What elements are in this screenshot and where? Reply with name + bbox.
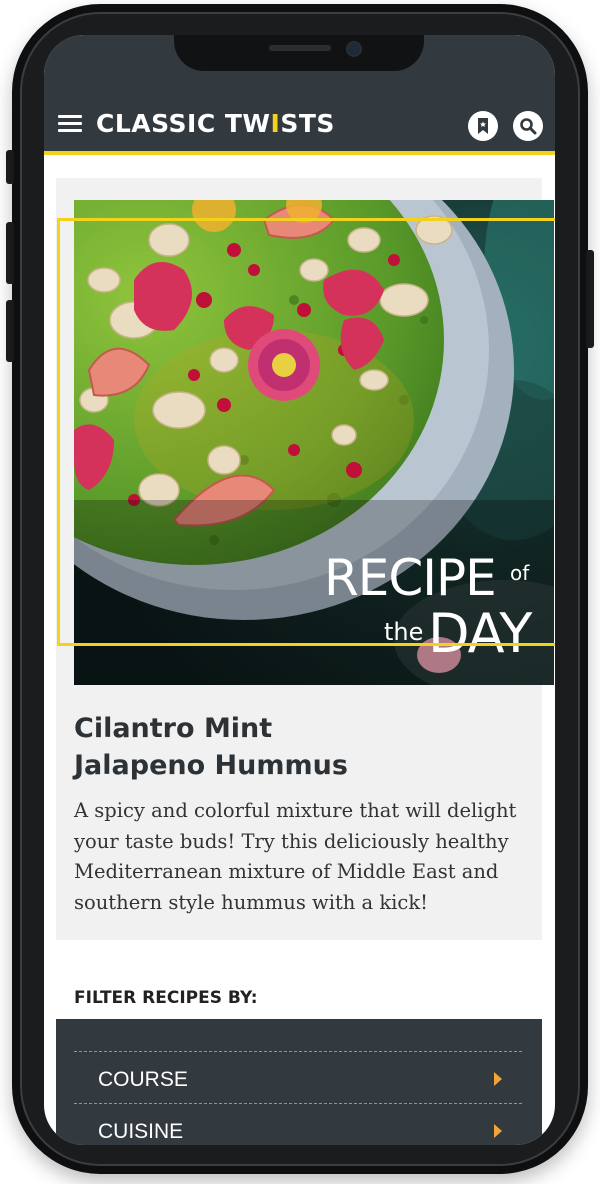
- chevron-right-icon: [494, 1072, 502, 1086]
- recipe-of-the-day-overlay-word1: RECIPE: [324, 549, 496, 607]
- phone-notch: [174, 35, 424, 71]
- speaker-grille: [269, 45, 331, 51]
- recipe-of-the-day-overlay-of: of: [510, 561, 530, 585]
- logo-fork-letter: I: [270, 109, 281, 138]
- search-icon: [520, 118, 537, 135]
- chevron-right-icon: [494, 1124, 502, 1138]
- filter-heading: FILTER RECIPES BY:: [74, 988, 258, 1008]
- phone-screen: CLASSIC TWISTS RECIPE of the DAY Cilantr…: [44, 35, 555, 1145]
- front-camera: [346, 41, 362, 57]
- phone-volume-down-button: [6, 300, 14, 362]
- filter-panel: COURSE CUISINE: [56, 1019, 542, 1145]
- logo-text-right: STS: [280, 109, 335, 138]
- phone-power-button: [586, 250, 594, 348]
- filter-item-course[interactable]: COURSE: [74, 1051, 522, 1103]
- recipe-title-line1: Cilantro Mint: [74, 713, 273, 744]
- recipe-of-the-day-overlay-the: the: [384, 618, 423, 646]
- site-logo[interactable]: CLASSIC TWISTS: [96, 109, 335, 138]
- hamburger-menu-icon[interactable]: [58, 115, 82, 133]
- logo-text-left: CLASSIC TW: [96, 109, 271, 138]
- recipe-hero-image[interactable]: RECIPE of the DAY: [74, 200, 554, 685]
- filter-item-label: COURSE: [98, 1068, 188, 1091]
- bookmark-button[interactable]: [468, 111, 498, 141]
- filter-item-cuisine[interactable]: CUISINE: [74, 1103, 522, 1145]
- filter-item-label: CUISINE: [98, 1120, 184, 1143]
- recipe-title-line2: Jalapeno Hummus: [74, 750, 348, 781]
- phone-volume-up-button: [6, 222, 14, 284]
- phone-mute-switch: [6, 150, 14, 184]
- search-button[interactable]: [513, 111, 543, 141]
- bookmark-icon: [478, 118, 488, 134]
- recipe-of-the-day-overlay-word2: DAY: [428, 602, 533, 665]
- recipe-of-the-day-card[interactable]: RECIPE of the DAY Cilantro Mint Jalapeno…: [56, 178, 555, 940]
- recipe-title[interactable]: Cilantro Mint Jalapeno Hummus: [74, 710, 534, 784]
- recipe-description: A spicy and colorful mixture that will d…: [74, 799, 517, 914]
- hummus-photo: RECIPE of the DAY: [74, 200, 554, 685]
